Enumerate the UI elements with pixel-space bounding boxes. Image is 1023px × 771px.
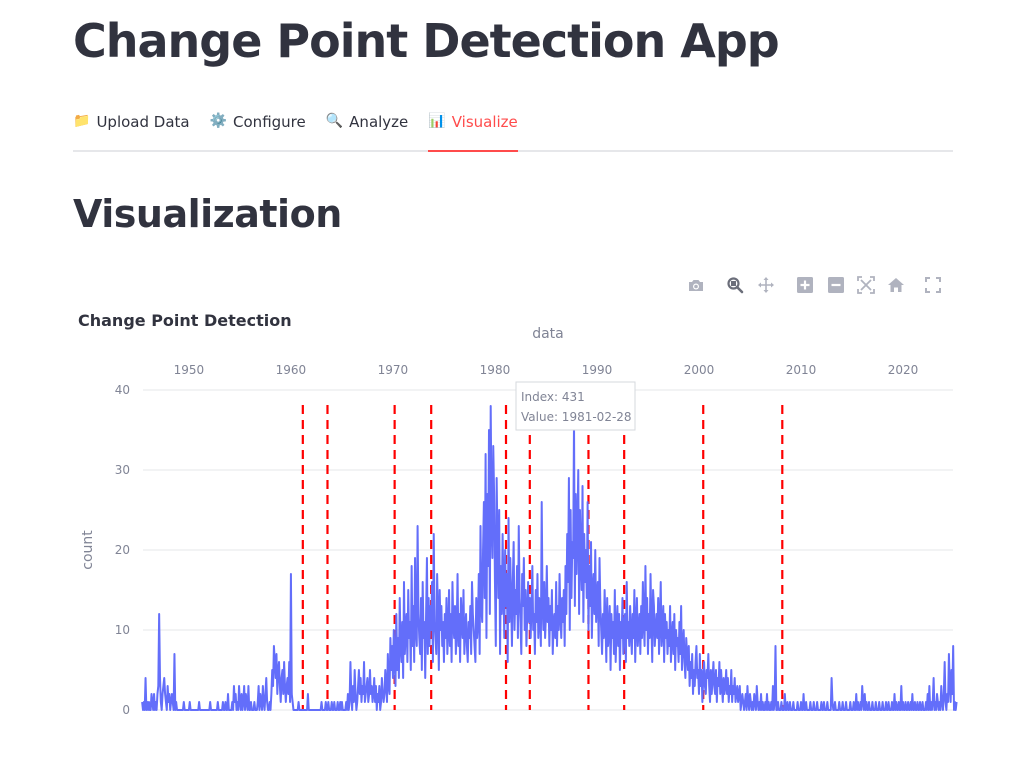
bar-chart-icon: 📊 (428, 113, 446, 129)
tab-analyze[interactable]: 🔍 Analyze (326, 108, 409, 145)
y-tick-label: 0 (122, 703, 130, 717)
gear-icon: ⚙️ (209, 113, 228, 129)
zoom-in-icon[interactable] (795, 275, 815, 295)
y-tick-label: 30 (115, 463, 130, 477)
tab-label: Upload Data (96, 113, 190, 131)
y-tick-label: 40 (115, 383, 130, 397)
folder-icon: 📁 (73, 113, 91, 129)
tab-bar: 📁 Upload Data ⚙️ Configure 🔍 Analyze 📊 V… (73, 108, 953, 152)
x-axis-title: data (532, 326, 564, 342)
y-tick-label: 20 (115, 543, 130, 557)
reset-axes-icon[interactable] (886, 275, 906, 295)
x-tick-label: 1970 (378, 363, 409, 377)
x-tick-label: 2020 (888, 363, 919, 377)
x-tick-label: 1980 (480, 363, 511, 377)
grid-layer (143, 389, 953, 711)
tab-label: Configure (233, 113, 306, 131)
app-title: Change Point Detection App (73, 14, 780, 68)
plot-modebar (684, 274, 944, 296)
y-tick-label: 10 (115, 623, 130, 637)
chart-title: Change Point Detection (78, 311, 292, 330)
x-tick-label: 2010 (786, 363, 817, 377)
tooltip-index: Index: 431 (521, 390, 585, 404)
y-axis-title: count (80, 530, 96, 570)
change-point-chart[interactable]: 0 10 20 30 40 1950 1960 1970 1980 1990 2000 2010 202… (0, 300, 1023, 740)
zoom-out-icon[interactable] (826, 275, 846, 295)
fullscreen-icon[interactable] (923, 275, 943, 295)
autoscale-icon[interactable] (856, 275, 876, 295)
tooltip-value: Value: 1981-02-28 (521, 410, 632, 424)
tab-visualize[interactable]: 📊 Visualize (428, 108, 518, 152)
x-tick-label: 2000 (684, 363, 715, 377)
x-tick-label: 1950 (174, 363, 205, 377)
tab-upload-data[interactable]: 📁 Upload Data (73, 108, 190, 145)
series-layer (141, 405, 958, 711)
magnifier-icon: 🔍 (325, 113, 344, 129)
tab-configure[interactable]: ⚙️ Configure (210, 108, 306, 145)
tab-label: Visualize (451, 113, 518, 131)
zoom-icon[interactable] (725, 275, 745, 295)
hover-tooltip: Index: 431 Value: 1981-02-28 (515, 381, 636, 431)
camera-icon[interactable] (686, 275, 706, 295)
series-line (141, 405, 958, 711)
tab-label: Analyze (349, 113, 409, 131)
x-tick-label: 1990 (582, 363, 613, 377)
section-title: Visualization (73, 192, 342, 236)
pan-icon[interactable] (756, 275, 776, 295)
x-tick-label: 1960 (276, 363, 307, 377)
